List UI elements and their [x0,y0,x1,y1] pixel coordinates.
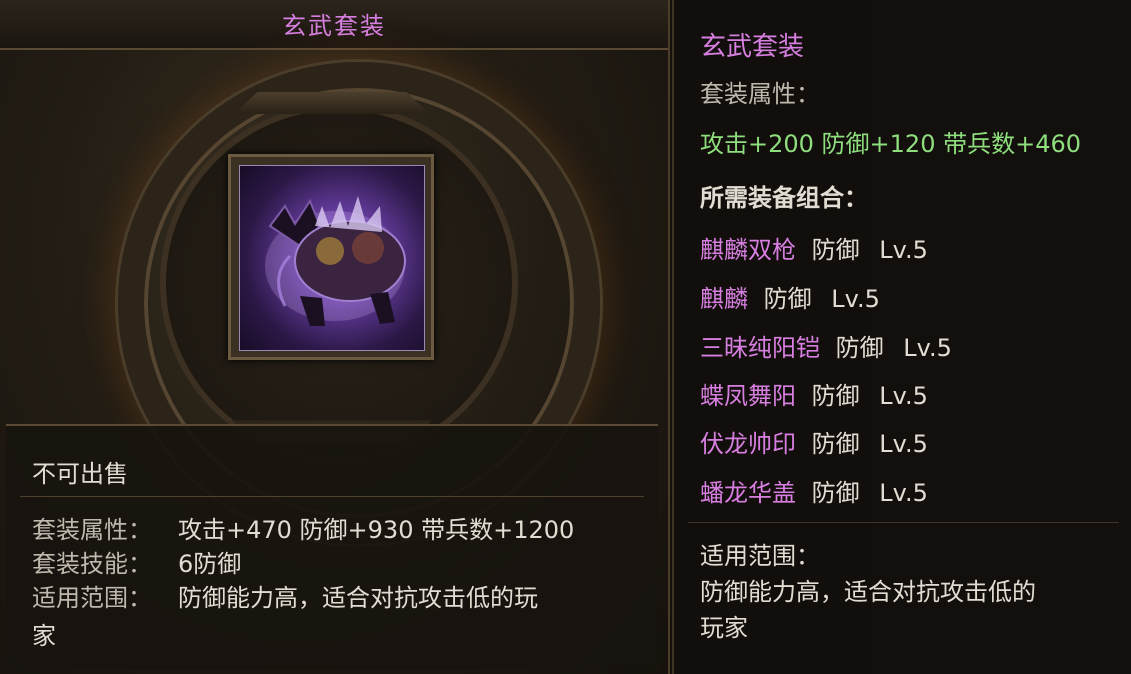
set-tooltip: 玄武套装 套装属性： 攻击+200 防御+120 带兵数+460 所需装备组合：… [672,0,1131,674]
frame-top-ornament [234,92,430,114]
divider [688,522,1119,523]
required-item-name: 麒麟 [700,285,748,313]
required-item-type: 防御 [811,430,860,458]
required-item-name: 蟠龙华盖 [700,479,796,507]
tooltip-area: 玄武套装 套装属性： 攻击+200 防御+120 带兵数+460 所需装备组合：… [672,0,1131,674]
required-item-name: 伏龙帅印 [700,430,796,458]
set-skill-value: 6防御 [178,550,242,578]
required-item-name: 蝶凤舞阳 [700,382,796,410]
tooltip-set-attr-value: 攻击+200 防御+120 带兵数+460 [700,130,1082,158]
set-info-box: 不可出售 套装属性： 攻击+470 防御+930 带兵数+1200 套装技能： … [6,424,658,670]
tooltip-set-name: 玄武套装 [700,32,805,62]
scope-value-cont: 家 [32,622,56,650]
required-item-type: 防御 [811,382,860,410]
required-item-type: 防御 [811,479,860,507]
tooltip-scope-line2: 玩家 [700,614,748,642]
required-item-row: 蟠龙华盖 防御 Lv.5 [700,473,928,508]
not-sellable-label: 不可出售 [32,460,128,488]
set-detail-panel: 玄武套装 不可出售 套装属性： 攻击+470 防御+930 带兵数+1200 套… [0,0,670,674]
set-skill-label: 套装技能： [32,550,152,578]
scope-label: 适用范围： [32,584,152,612]
panel-title-bar: 玄武套装 [0,0,668,50]
required-item-level: Lv.5 [903,334,952,362]
required-item-level: Lv.5 [879,236,928,264]
required-item-level: Lv.5 [879,382,928,410]
required-item-level: Lv.5 [879,430,928,458]
required-item-level: Lv.5 [831,285,880,313]
required-item-type: 防御 [763,285,812,313]
item-slot[interactable] [228,154,434,360]
required-item-level: Lv.5 [879,479,928,507]
tooltip-set-attr-label: 套装属性： [700,80,820,108]
required-item-row: 三昧纯阳铠 防御 Lv.5 [700,328,952,363]
required-item-row: 麒麟 防御 Lv.5 [700,279,880,314]
set-attr-value: 攻击+470 防御+930 带兵数+1200 [178,516,575,544]
tooltip-scope-label: 适用范围： [700,542,820,570]
set-attr-label: 套装属性： [32,516,152,544]
scope-value: 防御能力高，适合对抗攻击低的玩 [178,584,538,612]
required-item-type: 防御 [835,334,884,362]
required-item-row: 麒麟双枪 防御 Lv.5 [700,230,928,265]
required-item-type: 防御 [811,236,860,264]
required-item-row: 伏龙帅印 防御 Lv.5 [700,424,928,459]
divider [20,496,644,497]
required-item-row: 蝶凤舞阳 防御 Lv.5 [700,376,928,411]
required-item-name: 三昧纯阳铠 [700,334,820,362]
required-item-name: 麒麟双枪 [700,236,796,264]
required-items-label: 所需装备组合： [700,184,868,212]
tooltip-scope-line1: 防御能力高，适合对抗攻击低的 [700,578,1036,606]
purple-dragon-turtle-icon[interactable] [239,165,425,351]
panel-title: 玄武套装 [282,12,386,40]
